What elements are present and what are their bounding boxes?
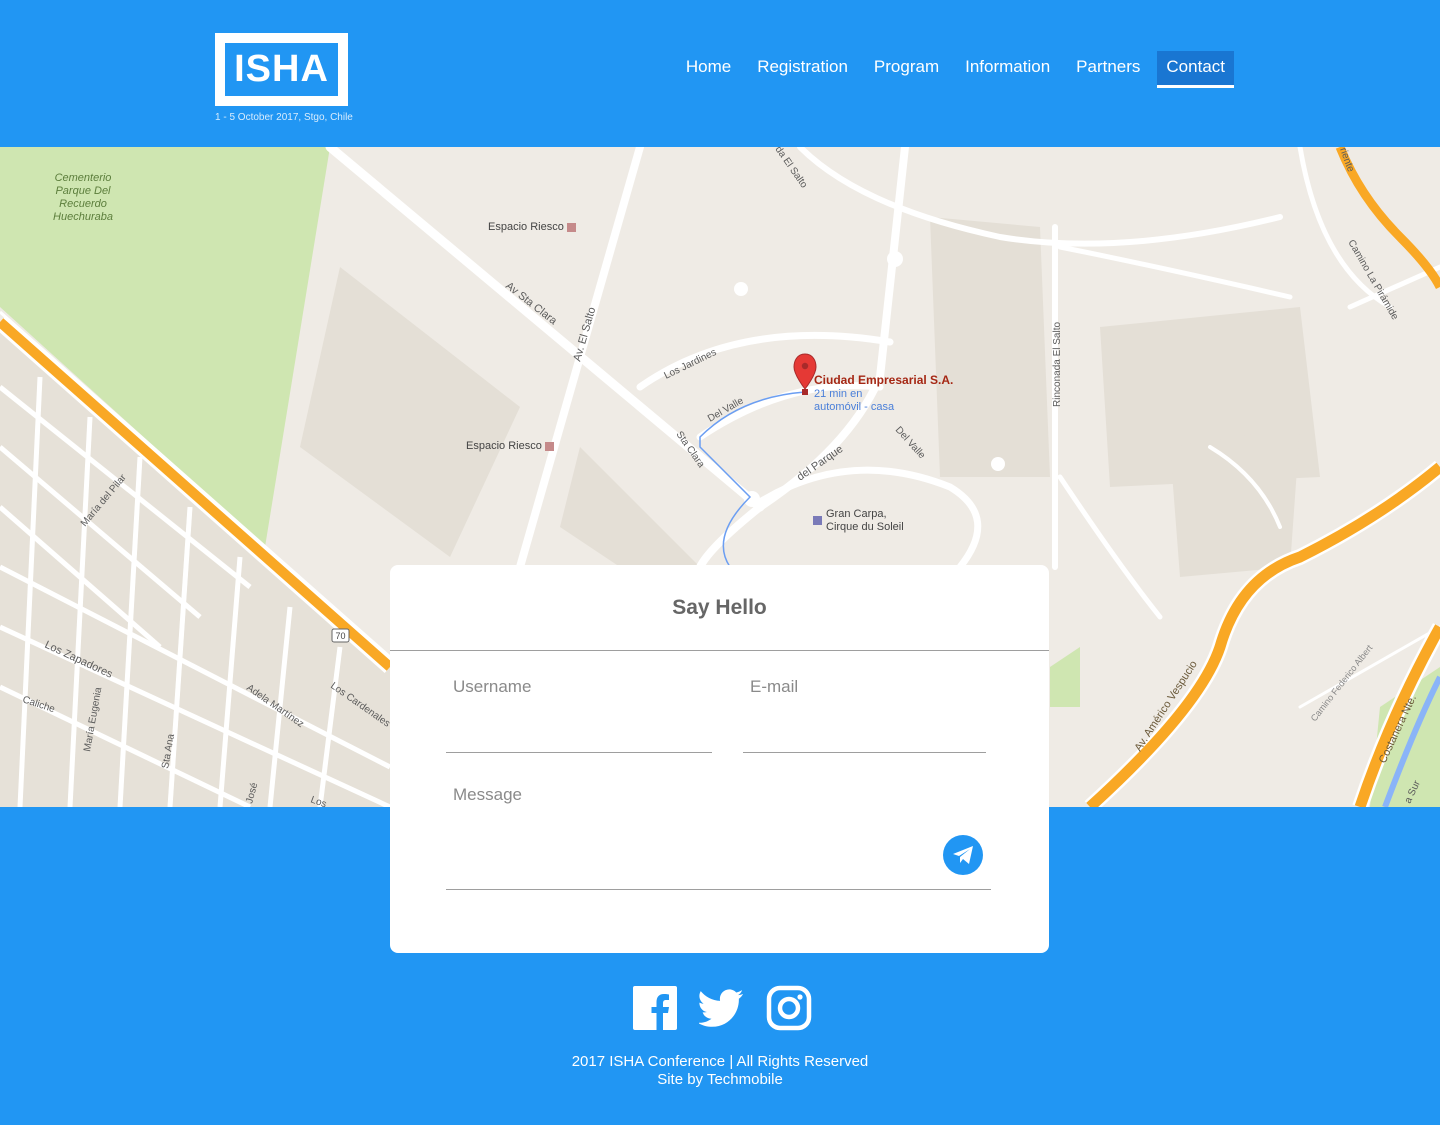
marker-name: Ciudad Empresarial S.A.: [814, 373, 953, 387]
label-del-valle-right: Del Valle: [893, 425, 928, 462]
label-av-el-salto: Av. El Salto: [571, 306, 598, 363]
event-date: 1 - 5 October 2017, Stgo, Chile: [215, 112, 353, 123]
instagram-icon: [766, 985, 812, 1031]
nav-information[interactable]: Information: [956, 51, 1059, 88]
footer: 2017 ISHA Conference | All Rights Reserv…: [0, 1053, 1440, 1089]
label-rinconada: Rinconada El Salto: [1052, 322, 1063, 407]
header: ISHA 1 - 5 October 2017, Stgo, Chile Hom…: [0, 0, 1440, 147]
label-cemetery-4: Huechuraba: [53, 211, 113, 223]
facebook-icon: [633, 986, 677, 1030]
nav-registration[interactable]: Registration: [748, 51, 857, 88]
marker-travel-1: 21 min en: [814, 388, 862, 400]
poi-gran-carpa-icon: [813, 516, 822, 525]
nav-partners[interactable]: Partners: [1067, 51, 1149, 88]
label-cemetery-3: Recuerdo: [59, 198, 107, 210]
poi-riesco-top-icon: [567, 223, 576, 232]
twitter-link[interactable]: [697, 985, 745, 1031]
poi-riesco-mid-icon: [545, 442, 554, 451]
facebook-link[interactable]: [632, 985, 678, 1031]
message-input[interactable]: [446, 785, 991, 855]
send-button[interactable]: [943, 835, 983, 875]
email-input[interactable]: [743, 677, 986, 697]
label-espacio-riesco-mid: Espacio Riesco: [466, 440, 542, 452]
copyright-text: 2017 ISHA Conference | All Rights Reserv…: [571, 1053, 869, 1070]
park-area-small: [1050, 647, 1080, 707]
contact-form: Say Hello: [390, 565, 1049, 953]
nav-contact[interactable]: Contact: [1157, 51, 1234, 88]
label-los-jardines: Los Jardines: [662, 347, 718, 382]
logo-text: ISHA: [225, 43, 338, 96]
twitter-icon: [697, 989, 744, 1027]
instagram-link[interactable]: [766, 985, 812, 1031]
email-field: [743, 677, 986, 753]
roundabout: [887, 251, 903, 267]
label-oriente: riente: [1337, 147, 1356, 174]
nav-home[interactable]: Home: [677, 51, 740, 88]
label-cemetery-2: Parque Del: [55, 185, 111, 197]
label-camino-federico: Camino Federico Albert: [1309, 643, 1375, 724]
marker-travel-2: automóvil - casa: [814, 401, 895, 413]
label-gran-carpa-2: Cirque du Soleil: [826, 521, 904, 533]
username-field: [446, 677, 712, 753]
send-icon: [953, 846, 973, 864]
contact-title: Say Hello: [390, 565, 1049, 651]
route-70-label: 70: [335, 631, 345, 641]
label-gran-carpa-1: Gran Carpa,: [826, 508, 887, 520]
message-field: [446, 785, 991, 890]
roundabout-3: [991, 457, 1005, 471]
nav-program[interactable]: Program: [865, 51, 948, 88]
roundabout-2: [734, 282, 748, 296]
main-nav: Home Registration Program Information Pa…: [677, 51, 1234, 88]
credits-text: Site by Techmobile: [657, 1071, 783, 1088]
logo[interactable]: ISHA: [215, 33, 348, 106]
label-espacio-riesco-top: Espacio Riesco: [488, 221, 564, 233]
label-cemetery-1: Cementerio: [55, 172, 112, 184]
social-links: [632, 985, 812, 1031]
username-input[interactable]: [446, 677, 712, 697]
